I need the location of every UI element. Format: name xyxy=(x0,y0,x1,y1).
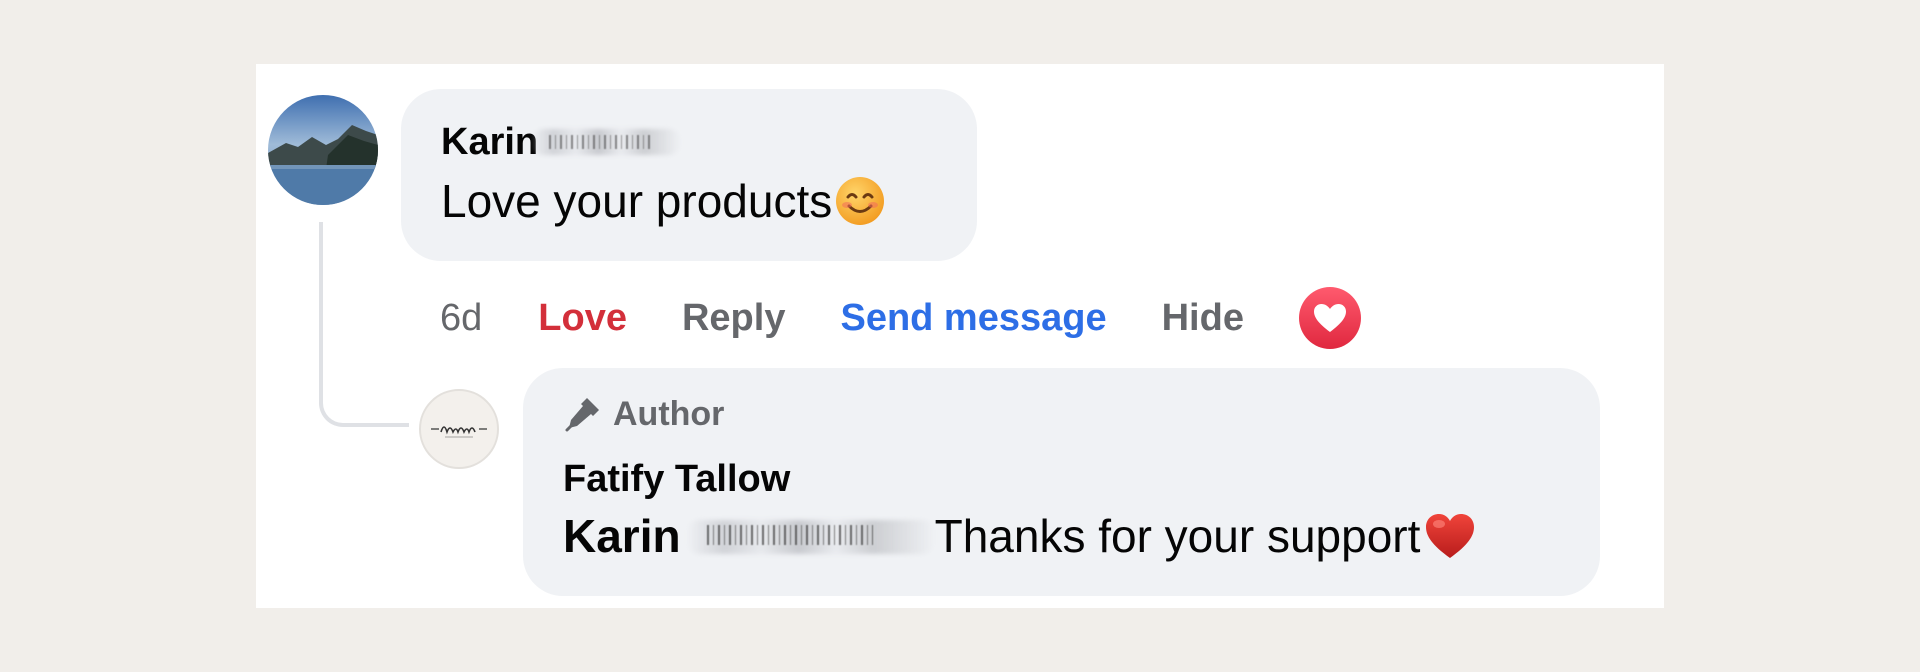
author-badge-label: Author xyxy=(613,394,725,433)
reply-bubble: Author Fatify Tallow Karin Thanks for yo… xyxy=(523,368,1600,596)
reply-message: Thanks for your support xyxy=(934,510,1421,562)
author-badge: Author xyxy=(563,394,724,434)
heart-reaction-icon[interactable] xyxy=(1298,287,1361,349)
smiling-face-emoji-icon xyxy=(836,177,885,225)
comment-actions: 6d Love Reply Send message Hide xyxy=(440,278,1361,358)
mention-link[interactable]: Karin xyxy=(563,509,681,563)
commenter-name[interactable]: Karin xyxy=(441,121,538,164)
commenter-avatar[interactable] xyxy=(268,95,378,205)
fatify-logo-icon xyxy=(431,426,487,438)
pen-icon xyxy=(565,398,599,432)
redacted-surname xyxy=(686,516,935,556)
thread-connector xyxy=(319,222,409,427)
red-heart-emoji-icon xyxy=(1426,514,1475,558)
send-message-button[interactable]: Send message xyxy=(840,297,1106,340)
comment-bubble: Karin Love your products xyxy=(401,89,977,261)
love-reaction-button[interactable]: Love xyxy=(538,297,627,340)
comment-thread: Karin Love your products 6d Love Reply S… xyxy=(256,64,1664,608)
page-name[interactable]: Fatify Tallow xyxy=(563,458,790,501)
reply-text: Karin Thanks for your support xyxy=(563,508,1478,564)
comment-timestamp[interactable]: 6d xyxy=(440,297,482,340)
hide-button[interactable]: Hide xyxy=(1162,297,1244,340)
reply-button[interactable]: Reply xyxy=(682,297,785,340)
comment-text: Love your products xyxy=(441,174,886,228)
landscape-photo-icon xyxy=(268,95,378,205)
heart-icon xyxy=(1313,304,1346,332)
page-avatar[interactable] xyxy=(419,389,499,469)
redacted-surname xyxy=(531,129,681,155)
